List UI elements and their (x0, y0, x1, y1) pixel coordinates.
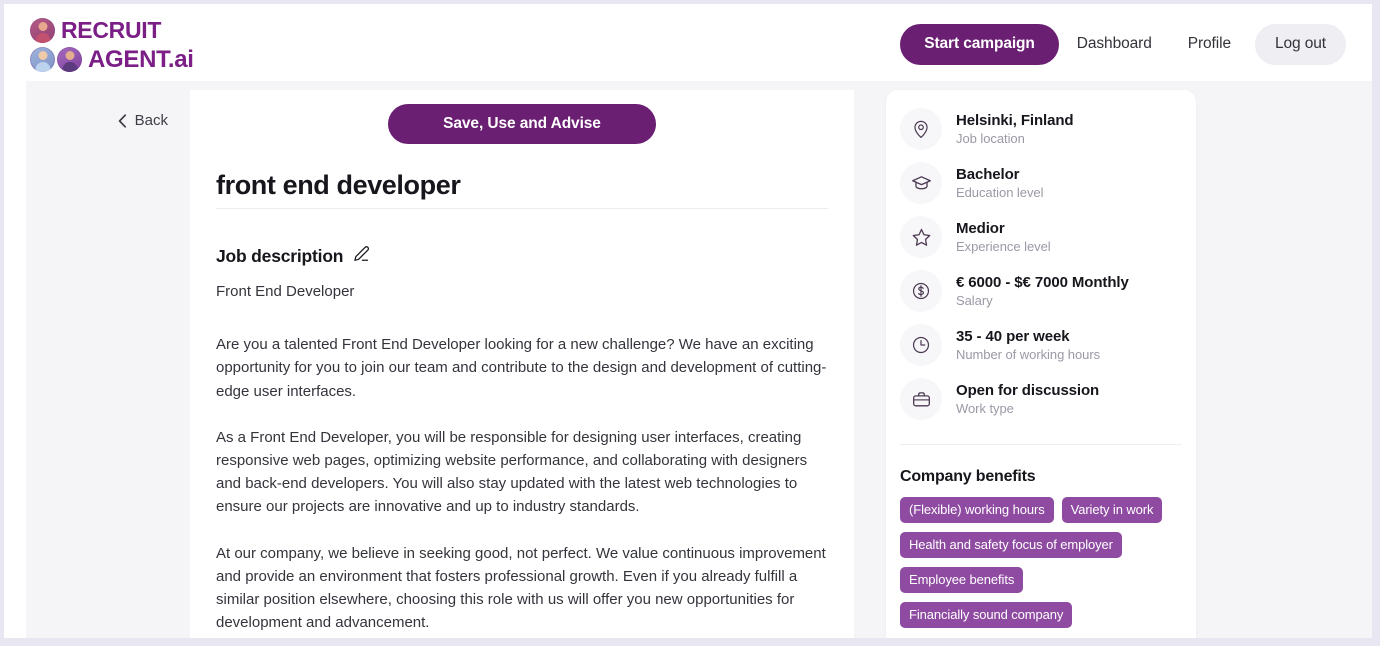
fact-label: Education level (956, 185, 1044, 200)
job-description-body: Front End Developer Are you a talented F… (216, 280, 830, 638)
fact-value: Helsinki, Finland (956, 112, 1074, 129)
back-label: Back (134, 112, 168, 129)
benefit-tag[interactable]: Financially sound company (900, 602, 1073, 628)
section-title: Job description (216, 246, 344, 266)
fact-work-type: Open for discussion Work type (900, 372, 1184, 426)
logo-row-bottom: AGENT.ai (30, 45, 260, 73)
briefcase-icon (900, 378, 942, 420)
avatar-photo-icon (30, 17, 55, 43)
benefit-tag[interactable]: Variety in work (1061, 497, 1163, 523)
fact-education-level: Bachelor Education level (900, 156, 1184, 210)
fact-job-location: Helsinki, Finland Job location (900, 102, 1184, 156)
dollar-coin-icon (900, 270, 942, 312)
header-nav: Start campaign Dashboard Profile Log out (900, 24, 1346, 65)
benefit-tag[interactable]: Health and safety focus of employer (900, 532, 1122, 558)
title-divider (216, 208, 828, 209)
fact-salary: € 6000 - $€ 7000 Monthly Salary (900, 264, 1184, 318)
fact-label: Job location (956, 131, 1025, 146)
logo-row-top: RECRUIT (30, 16, 260, 44)
fact-label: Salary (956, 293, 993, 308)
job-content-panel: Save, Use and Advise front end developer… (190, 90, 854, 638)
company-benefits-tags: (Flexible) working hours Variety in work… (900, 497, 1190, 628)
nav-link-dashboard[interactable]: Dashboard (1059, 24, 1170, 65)
description-paragraph: Front End Developer (216, 283, 355, 300)
avatar-photo-icon (57, 46, 82, 72)
sidebar-divider (900, 444, 1182, 445)
start-campaign-button[interactable]: Start campaign (900, 24, 1059, 65)
chevron-left-icon (118, 113, 127, 128)
back-link[interactable]: Back (118, 112, 168, 129)
fact-value: Medior (956, 220, 1005, 237)
page-stage: Back Save, Use and Advise front end deve… (4, 81, 1372, 638)
nav-link-profile[interactable]: Profile (1170, 24, 1249, 65)
recruitagent-logo[interactable]: RECRUIT AGENT.ai (30, 16, 260, 73)
fact-working-hours: 35 - 40 per week Number of working hours (900, 318, 1184, 372)
fact-value: Open for discussion (956, 382, 1100, 399)
job-description-header: Job description (216, 245, 370, 268)
description-paragraph: At our company, we believe in seeking go… (216, 544, 826, 632)
star-icon (900, 216, 942, 258)
graduation-cap-icon (900, 162, 942, 204)
description-paragraph: Are you a talented Front End Developer l… (216, 336, 827, 400)
fact-value: 35 - 40 per week (956, 328, 1070, 345)
clock-icon (900, 324, 942, 366)
fact-label: Work type (956, 401, 1014, 416)
left-rail: Back (30, 90, 190, 638)
edit-pencil-icon[interactable] (352, 245, 370, 268)
logo-wordmark-line1: RECRUIT (61, 16, 162, 43)
app-viewport: RECRUIT AGENT.ai Start campaign Dashboar… (4, 4, 1372, 638)
job-facts-list: Helsinki, Finland Job location Bachelor … (900, 102, 1184, 426)
benefit-tag[interactable]: (Flexible) working hours (900, 497, 1054, 523)
avatar-photo-icon (30, 46, 55, 72)
fact-value: € 6000 - $€ 7000 Monthly (956, 274, 1129, 291)
save-use-advise-button[interactable]: Save, Use and Advise (388, 104, 656, 144)
fact-value: Bachelor (956, 166, 1020, 183)
fact-label: Experience level (956, 239, 1051, 254)
description-paragraph: As a Front End Developer, you will be re… (216, 428, 808, 516)
fact-label: Number of working hours (956, 347, 1101, 362)
job-details-card: Helsinki, Finland Job location Bachelor … (886, 90, 1196, 638)
benefit-tag[interactable]: Employee benefits (900, 567, 1024, 593)
logo-wordmark-line2: AGENT.ai (88, 45, 194, 73)
company-benefits-title: Company benefits (900, 468, 1036, 485)
page-title: front end developer (216, 170, 461, 201)
log-out-button[interactable]: Log out (1254, 24, 1346, 65)
fact-experience-level: Medior Experience level (900, 210, 1184, 264)
app-header: RECRUIT AGENT.ai Start campaign Dashboar… (4, 4, 1372, 81)
location-pin-icon (900, 108, 942, 150)
left-gutter (4, 81, 26, 638)
